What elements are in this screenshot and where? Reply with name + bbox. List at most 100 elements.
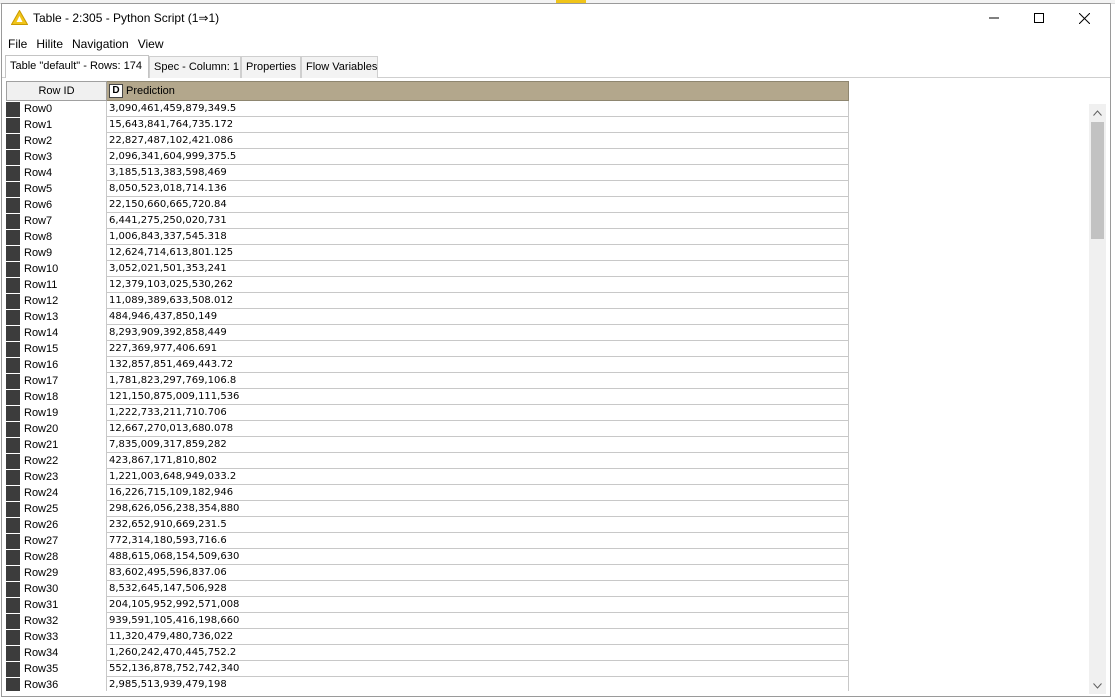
table-row[interactable]: Row16 132,857,851,469,443.72 bbox=[6, 357, 849, 373]
prediction-cell[interactable]: 16,226,715,109,182,946 bbox=[107, 485, 849, 501]
table-row[interactable]: Row12 11,089,389,633,508.012 bbox=[6, 293, 849, 309]
prediction-column-header[interactable]: D Prediction bbox=[107, 81, 849, 101]
prediction-cell[interactable]: 11,089,389,633,508.012 bbox=[107, 293, 849, 309]
table-row[interactable]: Row26 232,652,910,669,231.5 bbox=[6, 517, 849, 533]
table-row[interactable]: Row34 1,260,242,470,445,752.2 bbox=[6, 645, 849, 661]
prediction-cell[interactable]: 15,643,841,764,735.172 bbox=[107, 117, 849, 133]
prediction-cell[interactable]: 1,221,003,648,949,033.2 bbox=[107, 469, 849, 485]
scroll-down-button[interactable] bbox=[1089, 677, 1106, 694]
row-id-cell[interactable]: Row4 bbox=[6, 165, 107, 181]
menu-navigation[interactable]: Navigation bbox=[69, 35, 132, 53]
prediction-cell[interactable]: 132,857,851,469,443.72 bbox=[107, 357, 849, 373]
prediction-cell[interactable]: 8,532,645,147,506,928 bbox=[107, 581, 849, 597]
prediction-cell[interactable]: 2,096,341,604,999,375.5 bbox=[107, 149, 849, 165]
prediction-cell[interactable]: 552,136,878,752,742,340 bbox=[107, 661, 849, 677]
prediction-cell[interactable]: 1,006,843,337,545.318 bbox=[107, 229, 849, 245]
tab-flow-variables[interactable]: Flow Variables bbox=[301, 56, 378, 78]
menu-view[interactable]: View bbox=[135, 35, 167, 53]
table-row[interactable]: Row0 3,090,461,459,879,349.5 bbox=[6, 101, 849, 117]
table-row[interactable]: Row27 772,314,180,593,716.6 bbox=[6, 533, 849, 549]
row-id-cell[interactable]: Row17 bbox=[6, 373, 107, 389]
rowid-column-header[interactable]: Row ID bbox=[6, 81, 107, 101]
prediction-cell[interactable]: 7,835,009,317,859,282 bbox=[107, 437, 849, 453]
prediction-cell[interactable]: 83,602,495,596,837.06 bbox=[107, 565, 849, 581]
table-row[interactable]: Row33 11,320,479,480,736,022 bbox=[6, 629, 849, 645]
prediction-cell[interactable]: 3,185,513,383,598,469 bbox=[107, 165, 849, 181]
row-id-cell[interactable]: Row5 bbox=[6, 181, 107, 197]
prediction-cell[interactable]: 772,314,180,593,716.6 bbox=[107, 533, 849, 549]
tab-spec[interactable]: Spec - Column: 1 bbox=[149, 56, 241, 78]
menu-file[interactable]: File bbox=[5, 35, 30, 53]
row-id-cell[interactable]: Row1 bbox=[6, 117, 107, 133]
table-row[interactable]: Row8 1,006,843,337,545.318 bbox=[6, 229, 849, 245]
table-row[interactable]: Row10 3,052,021,501,353,241 bbox=[6, 261, 849, 277]
row-id-cell[interactable]: Row22 bbox=[6, 453, 107, 469]
prediction-cell[interactable]: 227,369,977,406.691 bbox=[107, 341, 849, 357]
title-bar[interactable]: Table - 2:305 - Python Script (1⇒1) bbox=[2, 4, 1110, 32]
tab-properties[interactable]: Properties bbox=[241, 56, 301, 78]
table-row[interactable]: Row14 8,293,909,392,858,449 bbox=[6, 325, 849, 341]
minimize-button[interactable] bbox=[971, 4, 1017, 32]
table-row[interactable]: Row30 8,532,645,147,506,928 bbox=[6, 581, 849, 597]
menu-hilite[interactable]: Hilite bbox=[33, 35, 66, 53]
table-row[interactable]: Row9 12,624,714,613,801.125 bbox=[6, 245, 849, 261]
table-row[interactable]: Row32 939,591,105,416,198,660 bbox=[6, 613, 849, 629]
table-row[interactable]: Row13 484,946,437,850,149 bbox=[6, 309, 849, 325]
row-id-cell[interactable]: Row34 bbox=[6, 645, 107, 661]
row-id-cell[interactable]: Row20 bbox=[6, 421, 107, 437]
prediction-cell[interactable]: 2,985,513,939,479,198 bbox=[107, 677, 849, 691]
row-id-cell[interactable]: Row12 bbox=[6, 293, 107, 309]
table-row[interactable]: Row6 22,150,660,665,720.84 bbox=[6, 197, 849, 213]
row-id-cell[interactable]: Row25 bbox=[6, 501, 107, 517]
prediction-cell[interactable]: 232,652,910,669,231.5 bbox=[107, 517, 849, 533]
table-row[interactable]: Row21 7,835,009,317,859,282 bbox=[6, 437, 849, 453]
row-id-cell[interactable]: Row6 bbox=[6, 197, 107, 213]
prediction-cell[interactable]: 22,827,487,102,421.086 bbox=[107, 133, 849, 149]
prediction-cell[interactable]: 8,050,523,018,714.136 bbox=[107, 181, 849, 197]
maximize-button[interactable] bbox=[1016, 4, 1062, 32]
prediction-cell[interactable]: 8,293,909,392,858,449 bbox=[107, 325, 849, 341]
row-id-cell[interactable]: Row30 bbox=[6, 581, 107, 597]
vertical-scrollbar[interactable] bbox=[1089, 104, 1106, 694]
table-row[interactable]: Row28 488,615,068,154,509,630 bbox=[6, 549, 849, 565]
row-id-cell[interactable]: Row7 bbox=[6, 213, 107, 229]
table-row[interactable]: Row3 2,096,341,604,999,375.5 bbox=[6, 149, 849, 165]
table-row[interactable]: Row20 12,667,270,013,680.078 bbox=[6, 421, 849, 437]
table-row[interactable]: Row29 83,602,495,596,837.06 bbox=[6, 565, 849, 581]
row-id-cell[interactable]: Row18 bbox=[6, 389, 107, 405]
prediction-cell[interactable]: 488,615,068,154,509,630 bbox=[107, 549, 849, 565]
prediction-cell[interactable]: 939,591,105,416,198,660 bbox=[107, 613, 849, 629]
prediction-cell[interactable]: 11,320,479,480,736,022 bbox=[107, 629, 849, 645]
prediction-cell[interactable]: 3,052,021,501,353,241 bbox=[107, 261, 849, 277]
prediction-cell[interactable]: 204,105,952,992,571,008 bbox=[107, 597, 849, 613]
prediction-cell[interactable]: 12,624,714,613,801.125 bbox=[107, 245, 849, 261]
row-id-cell[interactable]: Row28 bbox=[6, 549, 107, 565]
table-row[interactable]: Row17 1,781,823,297,769,106.8 bbox=[6, 373, 849, 389]
row-id-cell[interactable]: Row16 bbox=[6, 357, 107, 373]
row-id-cell[interactable]: Row14 bbox=[6, 325, 107, 341]
row-id-cell[interactable]: Row8 bbox=[6, 229, 107, 245]
row-id-cell[interactable]: Row35 bbox=[6, 661, 107, 677]
prediction-cell[interactable]: 12,379,103,025,530,262 bbox=[107, 277, 849, 293]
row-id-cell[interactable]: Row9 bbox=[6, 245, 107, 261]
table-row[interactable]: Row31 204,105,952,992,571,008 bbox=[6, 597, 849, 613]
row-id-cell[interactable]: Row33 bbox=[6, 629, 107, 645]
scroll-up-button[interactable] bbox=[1089, 104, 1106, 121]
table-row[interactable]: Row35 552,136,878,752,742,340 bbox=[6, 661, 849, 677]
row-id-cell[interactable]: Row23 bbox=[6, 469, 107, 485]
table-row[interactable]: Row22 423,867,171,810,802 bbox=[6, 453, 849, 469]
row-id-cell[interactable]: Row2 bbox=[6, 133, 107, 149]
table-row[interactable]: Row19 1,222,733,211,710.706 bbox=[6, 405, 849, 421]
table-row[interactable]: Row15 227,369,977,406.691 bbox=[6, 341, 849, 357]
row-id-cell[interactable]: Row11 bbox=[6, 277, 107, 293]
prediction-cell[interactable]: 423,867,171,810,802 bbox=[107, 453, 849, 469]
row-id-cell[interactable]: Row13 bbox=[6, 309, 107, 325]
table-row[interactable]: Row24 16,226,715,109,182,946 bbox=[6, 485, 849, 501]
table-row[interactable]: Row1 15,643,841,764,735.172 bbox=[6, 117, 849, 133]
row-id-cell[interactable]: Row26 bbox=[6, 517, 107, 533]
row-id-cell[interactable]: Row29 bbox=[6, 565, 107, 581]
table-row[interactable]: Row11 12,379,103,025,530,262 bbox=[6, 277, 849, 293]
prediction-cell[interactable]: 3,090,461,459,879,349.5 bbox=[107, 101, 849, 117]
row-id-cell[interactable]: Row27 bbox=[6, 533, 107, 549]
row-id-cell[interactable]: Row3 bbox=[6, 149, 107, 165]
